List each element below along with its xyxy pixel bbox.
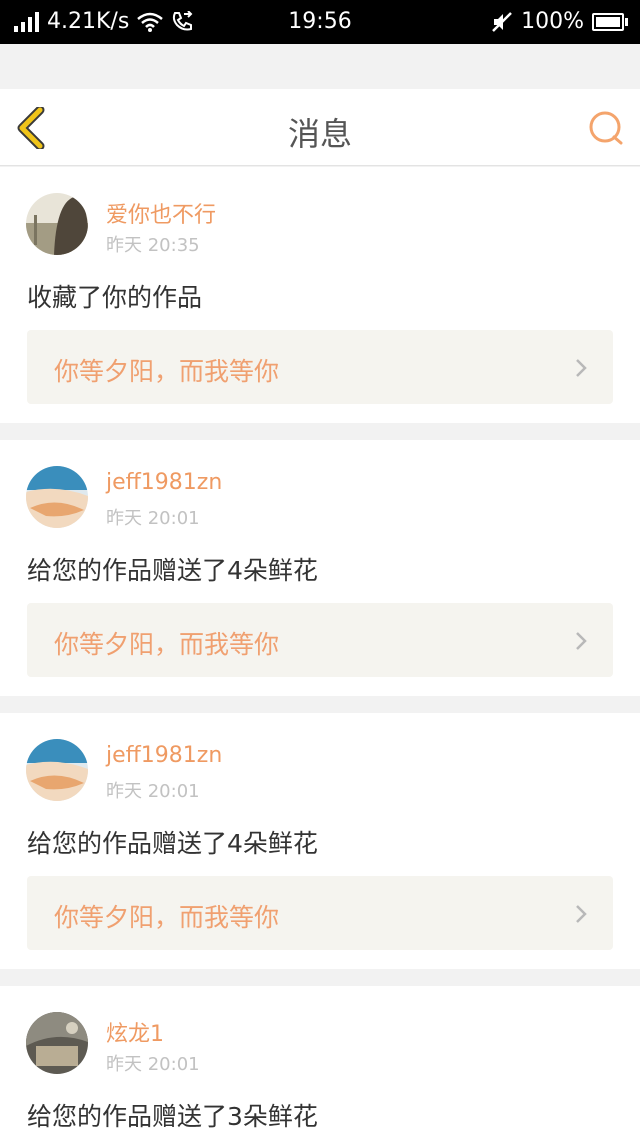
timestamp: 昨天 20:01 [106, 781, 200, 802]
message-item: jeff1981zn 昨天 20:01 给您的作品赠送了4朵鲜花 你等夕阳，而我… [0, 440, 640, 696]
timestamp: 昨天 20:01 [106, 508, 200, 529]
chevron-right-icon [576, 905, 587, 923]
message-text: 收藏了你的作品 [27, 283, 203, 312]
work-link[interactable]: 你等夕阳，而我等你 [27, 330, 613, 404]
work-title: 你等夕阳，而我等你 [54, 630, 280, 659]
mute-icon [492, 11, 512, 32]
status-bar: 4.21K/s 19:56 100% [0, 0, 640, 44]
page-title: 消息 [287, 115, 352, 153]
timestamp: 昨天 20:01 [106, 1054, 200, 1075]
search-button[interactable] [588, 110, 624, 146]
avatar[interactable] [26, 466, 88, 528]
avatar[interactable] [26, 1012, 88, 1074]
message-text: 给您的作品赠送了3朵鲜花 [27, 1102, 318, 1131]
message-text: 给您的作品赠送了4朵鲜花 [27, 829, 318, 858]
message-item: 炫龙1 昨天 20:01 给您的作品赠送了3朵鲜花 [0, 986, 640, 1138]
battery-icon [592, 12, 628, 31]
avatar[interactable] [26, 739, 88, 801]
username[interactable]: 炫龙1 [106, 1016, 164, 1048]
message-item: jeff1981zn 昨天 20:01 给您的作品赠送了4朵鲜花 你等夕阳，而我… [0, 713, 640, 969]
message-item: 爱你也不行 昨天 20:35 收藏了你的作品 你等夕阳，而我等你 [0, 167, 640, 423]
search-icon [589, 111, 623, 145]
username[interactable]: jeff1981zn [106, 743, 222, 768]
username[interactable]: 爱你也不行 [106, 197, 216, 229]
status-right: 100% [491, 9, 628, 34]
spacer [0, 44, 640, 89]
battery-percent: 100% [521, 9, 584, 34]
header: 消息 [0, 89, 640, 166]
chevron-right-icon [576, 359, 587, 377]
chevron-right-icon [576, 632, 587, 650]
message-text: 给您的作品赠送了4朵鲜花 [27, 556, 318, 585]
avatar[interactable] [26, 193, 88, 255]
work-link[interactable]: 你等夕阳，而我等你 [27, 876, 613, 950]
timestamp: 昨天 20:35 [106, 235, 200, 256]
work-link[interactable]: 你等夕阳，而我等你 [27, 603, 613, 677]
work-title: 你等夕阳，而我等你 [54, 357, 280, 386]
work-title: 你等夕阳，而我等你 [54, 903, 280, 932]
username[interactable]: jeff1981zn [106, 470, 222, 495]
